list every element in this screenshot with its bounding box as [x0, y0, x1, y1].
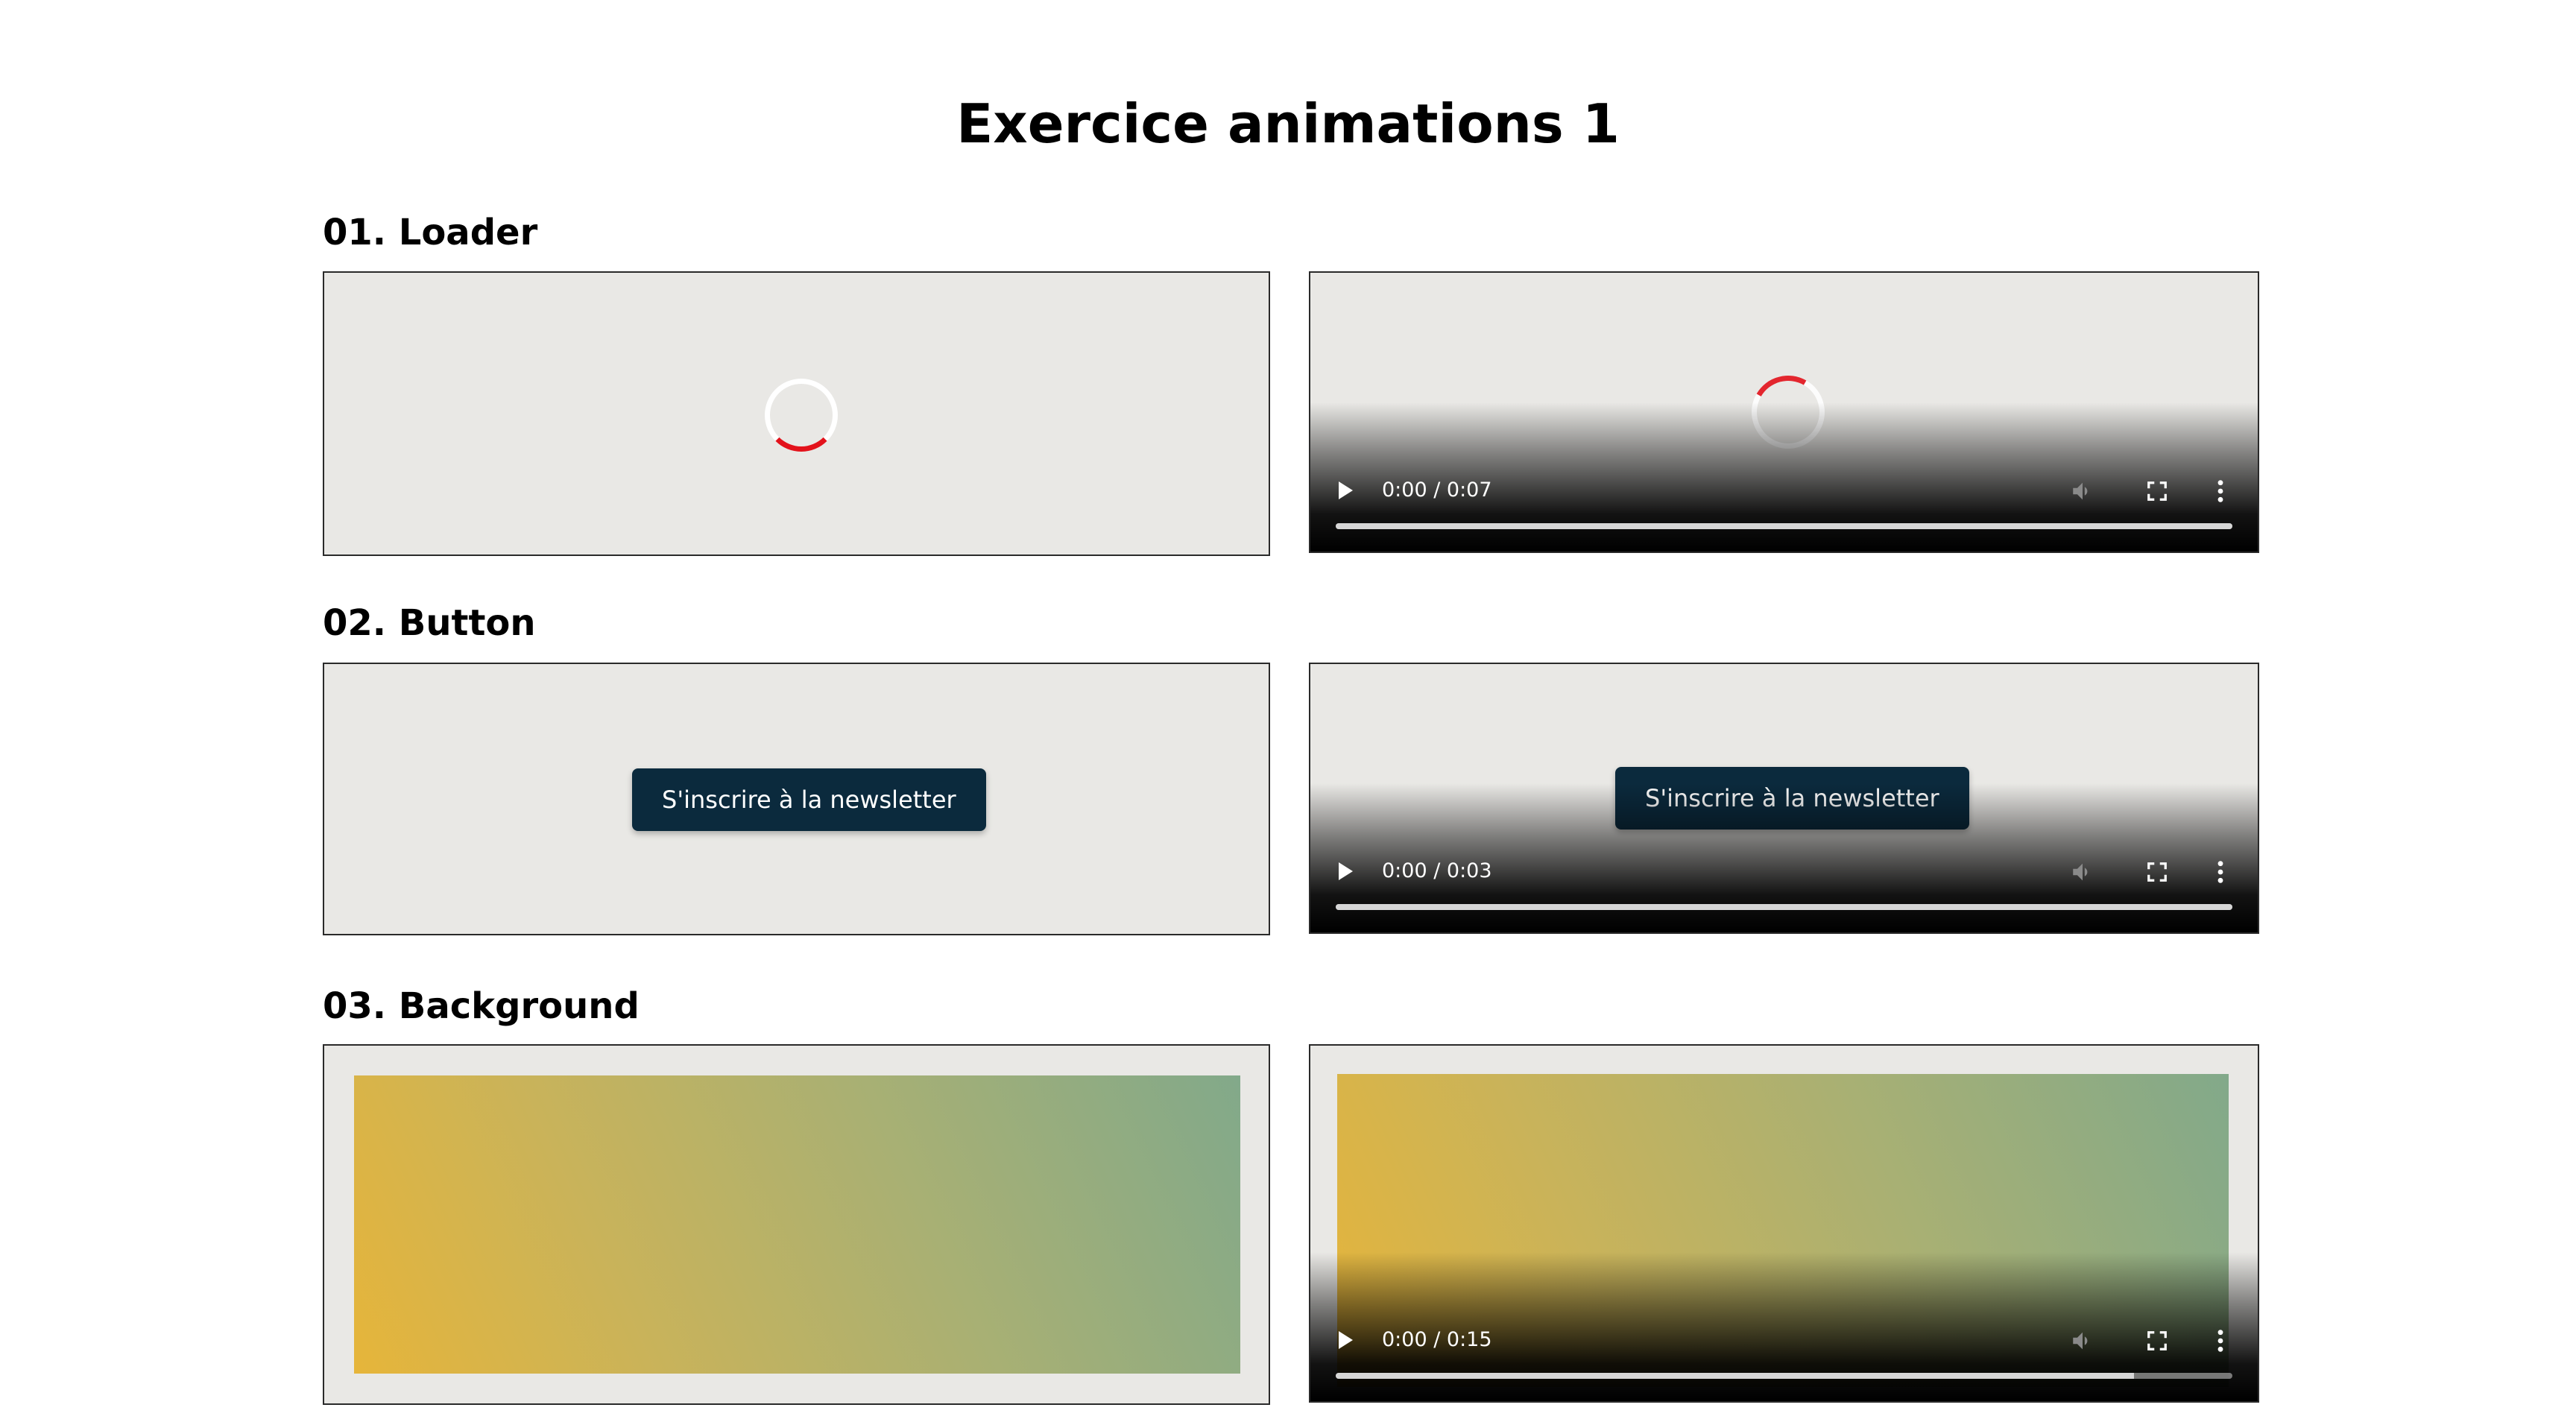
section-title-loader: 01. Loader — [323, 212, 538, 253]
fullscreen-icon[interactable] — [2146, 1330, 2168, 1352]
volume-muted-icon[interactable] — [2070, 1328, 2095, 1353]
volume-muted-icon[interactable] — [2070, 478, 2095, 504]
video-progress-bar[interactable] — [1336, 1373, 2232, 1379]
gradient-panel — [354, 1075, 1240, 1374]
play-icon[interactable] — [1339, 1331, 1353, 1349]
video-time: 0:00 / 0:15 — [1382, 1328, 1492, 1351]
video-buffered-fill — [1336, 904, 2232, 910]
newsletter-button[interactable]: S'inscrire à la newsletter — [632, 768, 986, 831]
loader-demo — [323, 271, 1270, 556]
loader-spinner — [765, 379, 838, 452]
play-icon[interactable] — [1339, 481, 1353, 499]
page-title: Exercice animations 1 — [956, 92, 1620, 155]
button-demo: S'inscrire à la newsletter — [323, 663, 1270, 935]
section-title-background: 03. Background — [323, 985, 640, 1027]
play-icon[interactable] — [1339, 862, 1353, 880]
video-buffered-fill — [1336, 1373, 2134, 1379]
button-video[interactable]: S'inscrire à la newsletter 0:00 / 0:03 — [1309, 663, 2259, 934]
video-progress-bar[interactable] — [1336, 904, 2232, 910]
video-time: 0:00 / 0:03 — [1382, 859, 1492, 882]
fullscreen-icon[interactable] — [2146, 480, 2168, 502]
video-controls: 0:00 / 0:07 — [1310, 462, 2258, 552]
background-video[interactable]: 0:00 / 0:15 — [1309, 1044, 2259, 1403]
fullscreen-icon[interactable] — [2146, 861, 2168, 883]
more-vertical-icon[interactable] — [2216, 478, 2225, 504]
video-time: 0:00 / 0:07 — [1382, 478, 1492, 502]
video-controls: 0:00 / 0:15 — [1310, 1312, 2258, 1401]
video-controls: 0:00 / 0:03 — [1310, 843, 2258, 932]
more-vertical-icon[interactable] — [2216, 1328, 2225, 1353]
video-progress-bar[interactable] — [1336, 523, 2232, 529]
video-buffered-fill — [1336, 523, 2232, 529]
volume-muted-icon[interactable] — [2070, 859, 2095, 885]
background-demo — [323, 1044, 1270, 1405]
loader-video[interactable]: 0:00 / 0:07 — [1309, 271, 2259, 553]
section-title-button: 02. Button — [323, 602, 536, 644]
more-vertical-icon[interactable] — [2216, 859, 2225, 885]
